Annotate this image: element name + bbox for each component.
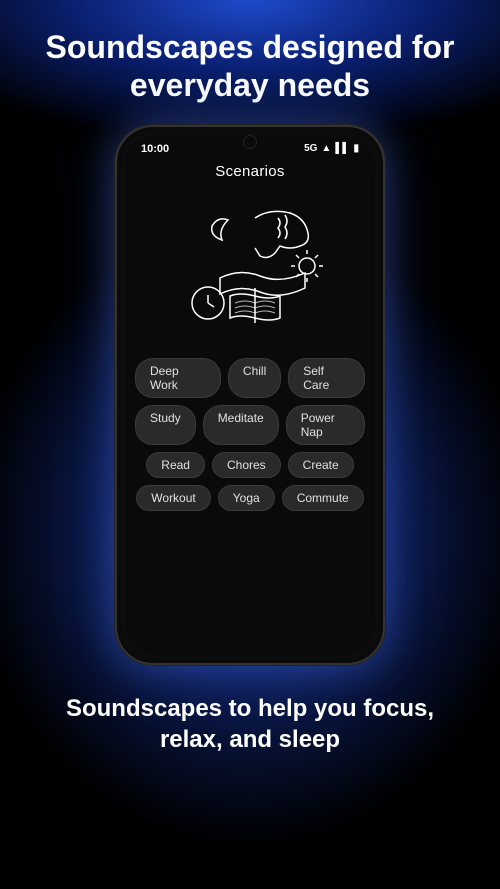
tag-workout[interactable]: Workout [136, 485, 210, 511]
tag-yoga[interactable]: Yoga [218, 485, 275, 511]
status-time: 10:00 [141, 143, 169, 155]
bottom-tagline: Soundscapes to help you focus, relax, an… [0, 665, 500, 775]
page-title: Soundscapes designed for everyday needs [0, 0, 500, 125]
tag-read[interactable]: Read [146, 452, 205, 478]
tag-meditate[interactable]: Meditate [203, 405, 279, 445]
tags-container: Deep Work Chill Self Care Study Meditate… [135, 358, 365, 511]
wifi-icon: ▲ [321, 143, 331, 154]
status-icons: 5G ▲ ▌▌ ▮ [304, 143, 359, 154]
tag-chores[interactable]: Chores [212, 452, 281, 478]
camera-notch [243, 135, 257, 149]
tag-row-4: Workout Yoga Commute [136, 485, 363, 511]
tag-row-1: Deep Work Chill Self Care [135, 358, 365, 398]
battery-icon: ▮ [353, 143, 359, 154]
phone-mockup: 10:00 5G ▲ ▌▌ ▮ Scenarios [0, 125, 500, 665]
signal-text: 5G [304, 143, 317, 154]
screen-content: Scenarios [125, 159, 375, 655]
phone-frame: 10:00 5G ▲ ▌▌ ▮ Scenarios [115, 125, 385, 665]
phone-screen: 10:00 5G ▲ ▌▌ ▮ Scenarios [125, 135, 375, 655]
tag-commute[interactable]: Commute [282, 485, 364, 511]
screen-title: Scenarios [215, 163, 284, 180]
tag-create[interactable]: Create [288, 452, 354, 478]
tag-deep-work[interactable]: Deep Work [135, 358, 221, 398]
tag-chill[interactable]: Chill [228, 358, 281, 398]
tag-row-2: Study Meditate Power Nap [135, 405, 365, 445]
tag-power-nap[interactable]: Power Nap [286, 405, 365, 445]
tag-study[interactable]: Study [135, 405, 196, 445]
signal-bars-icon: ▌▌ [335, 143, 349, 154]
tag-self-care[interactable]: Self Care [288, 358, 365, 398]
tag-row-3: Read Chores Create [146, 452, 353, 478]
illustration [160, 188, 340, 348]
